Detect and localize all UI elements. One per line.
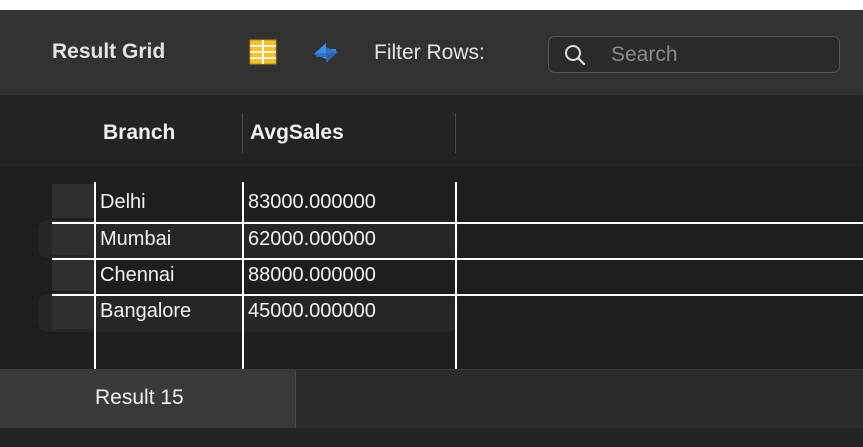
row-gridline: [52, 258, 863, 260]
row-gridline: [52, 222, 863, 224]
refresh-icon[interactable]: [309, 40, 343, 66]
result-grid-label[interactable]: Result Grid: [52, 40, 165, 64]
result-panel: Result Grid Filter Rows: Branch AvgS: [0, 10, 863, 447]
column-divider[interactable]: [455, 113, 456, 153]
bottom-strip: [0, 428, 863, 447]
table-cell-branch[interactable]: Delhi: [100, 191, 146, 214]
table-cell-avgsales[interactable]: 83000.000000: [248, 191, 376, 214]
table-cell-avgsales[interactable]: 62000.000000: [248, 228, 376, 251]
column-header-avgsales[interactable]: AvgSales: [250, 121, 344, 145]
row-selector[interactable]: [52, 221, 94, 255]
tab-result-15[interactable]: Result 15: [0, 370, 296, 428]
row-selector[interactable]: [52, 257, 94, 291]
column-gridline: [94, 182, 96, 369]
table-cell-branch[interactable]: Chennai: [100, 264, 175, 287]
result-tab-bar: Result 15: [0, 369, 863, 428]
search-box[interactable]: [548, 36, 840, 73]
tab-label: Result 15: [95, 386, 184, 409]
table-cell-branch[interactable]: Bangalore: [100, 300, 191, 323]
table-cell-avgsales[interactable]: 88000.000000: [248, 264, 376, 287]
table-cell-avgsales[interactable]: 45000.000000: [248, 300, 376, 323]
form-editor-icon[interactable]: [249, 39, 277, 65]
column-gridline: [242, 182, 244, 369]
result-grid: Branch AvgSales Delhi 83000.000000 Mumba…: [0, 95, 863, 369]
grid-header: Branch AvgSales: [0, 95, 863, 167]
filter-rows-label: Filter Rows:: [374, 41, 485, 64]
row-gridline: [52, 294, 863, 296]
row-selector[interactable]: [52, 293, 94, 329]
search-icon: [565, 45, 586, 66]
column-divider[interactable]: [242, 113, 243, 153]
column-header-branch[interactable]: Branch: [103, 121, 175, 145]
search-input[interactable]: [611, 41, 826, 69]
result-toolbar: Result Grid Filter Rows:: [0, 10, 863, 95]
table-cell-branch[interactable]: Mumbai: [100, 228, 171, 251]
column-gridline: [455, 182, 457, 369]
row-selector[interactable]: [52, 184, 94, 218]
